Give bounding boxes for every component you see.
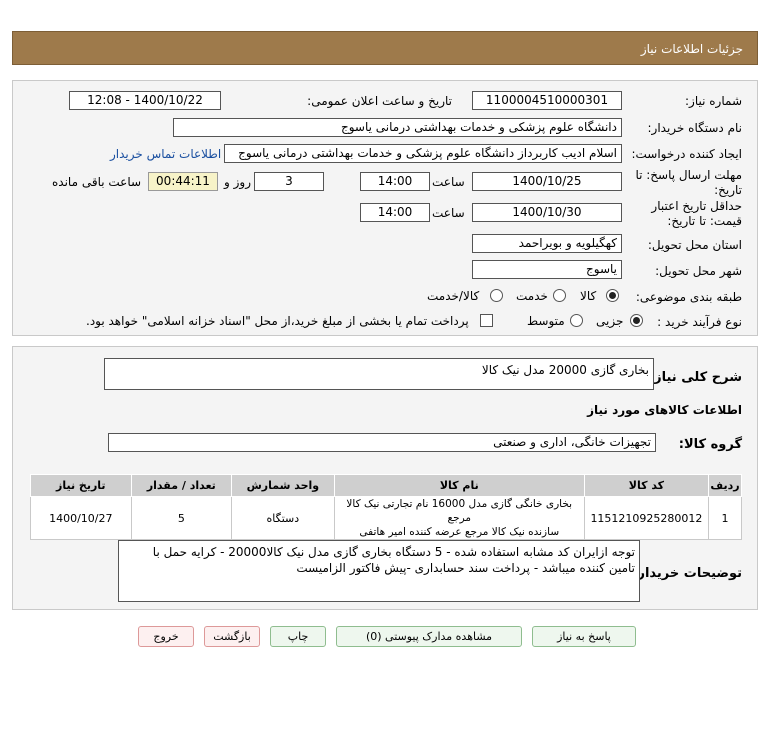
col-qty: تعداد / مقدار — [130, 474, 233, 497]
summary-title-label: شرح کلی نیاز: — [648, 370, 742, 385]
city-label: شهر محل تحویل: — [655, 264, 742, 278]
process-option-medium: متوسط — [527, 314, 565, 328]
goods-group-label: گروه کالا: — [678, 437, 742, 452]
description-field: توجه ازایران کد مشابه استفاده شده - 5 دس… — [118, 540, 640, 602]
validity-time-field: 14:00 — [360, 203, 430, 222]
deadline-time-label: ساعت — [432, 175, 465, 189]
exit-button[interactable]: خروج — [138, 626, 194, 647]
col-name: نام کالا — [333, 474, 585, 497]
city-field: یاسوج — [472, 260, 622, 279]
buyer-org-label: نام دستگاه خریدار: — [647, 121, 743, 135]
cell-date: 1400/10/27 — [30, 496, 132, 540]
goods-table: ردیف کد کالا نام کالا واحد شمارش تعداد /… — [30, 474, 743, 540]
creator-field: اسلام ادیب کاربرداز دانشگاه علوم پزشکی و… — [224, 144, 622, 163]
process-radio-medium[interactable] — [570, 314, 583, 327]
col-code: کد کالا — [583, 474, 709, 497]
page-header: جزئیات اطلاعات نیاز — [12, 31, 758, 65]
process-label: نوع فرآیند خرید : — [657, 315, 742, 329]
page-title: جزئیات اطلاعات نیاز — [640, 42, 743, 56]
days-field: 3 — [254, 172, 324, 191]
table-row: 1 1151210925280012 بخاری خانگی گازی مدل … — [30, 496, 743, 540]
description-line1: توجه ازایران کد مشابه استفاده شده - 5 دس… — [152, 545, 635, 559]
process-radio-minor[interactable] — [630, 314, 643, 327]
province-field: کهگیلویه و بویراحمد — [472, 234, 622, 253]
announce-field: 1400/10/22 - 12:08 — [69, 91, 221, 110]
province-label: استان محل تحویل: — [647, 238, 742, 252]
category-radio-goods[interactable] — [606, 289, 619, 302]
description-line2: تامین کننده میباشد - پرداخت سند حسابداری… — [296, 561, 635, 575]
contact-buyer-link[interactable]: اطلاعات تماس خریدار — [110, 147, 221, 161]
goods-group-field: تجهیزات خانگی، اداری و صنعتی — [108, 433, 656, 452]
creator-label: ایجاد کننده درخواست: — [631, 147, 742, 161]
category-option-goods: کالا — [580, 289, 597, 303]
deadline-date-field: 1400/10/25 — [472, 172, 622, 191]
col-unit: واحد شمارش — [231, 474, 335, 497]
cell-row: 1 — [707, 496, 743, 540]
validity-time-label: ساعت — [432, 206, 465, 220]
process-option-minor: جزیی — [596, 314, 624, 328]
category-radio-both[interactable] — [490, 289, 503, 302]
validity-date-field: 1400/10/30 — [472, 203, 622, 222]
buyer-org-field: دانشگاه علوم پزشکی و خدمات بهداشتی درمان… — [173, 118, 622, 137]
goods-info-heading: اطلاعات کالاهای مورد نیاز — [587, 403, 742, 417]
remaining-time-field: 00:44:11 — [148, 172, 218, 191]
print-button[interactable]: چاپ — [270, 626, 326, 647]
validity-label-2: قیمت: تا تاریخ: — [667, 214, 742, 228]
cell-unit: دستگاه — [231, 496, 335, 540]
cell-name-line2: سازنده نیک کالا مرجع عرضه کننده امیر هات… — [359, 526, 560, 538]
attachments-button[interactable]: مشاهده مدارک پیوستی (0) — [336, 626, 522, 647]
col-row: ردیف — [707, 474, 743, 497]
back-button[interactable]: بازگشت — [204, 626, 260, 647]
treasury-note: پرداخت تمام یا بخشی از مبلغ خرید،از محل … — [86, 314, 469, 328]
summary-title-field: بخاری گازی 20000 مدل نیک کالا — [104, 358, 654, 390]
remaining-label: ساعت باقی مانده — [52, 175, 142, 189]
col-date: تاریخ نیاز — [30, 474, 132, 497]
category-label: طبقه بندی موضوعی: — [635, 290, 742, 304]
validity-label-1: حداقل تاریخ اعتبار — [651, 199, 742, 213]
cell-name-line1: بخاری خانگی گازی مدل 16000 نام تجارتی نی… — [346, 498, 573, 524]
category-radio-service[interactable] — [553, 289, 566, 302]
description-label: توضیحات خریدار: — [632, 566, 742, 581]
deadline-label-1: مهلت ارسال پاسخ: تا — [635, 168, 742, 182]
days-label: روز و — [224, 175, 251, 189]
reply-button[interactable]: پاسخ به نیاز — [532, 626, 636, 647]
deadline-label-2: تاریخ: — [714, 183, 742, 197]
cell-code: 1151210925280012 — [583, 496, 709, 540]
category-option-both: کالا/خدمت — [427, 289, 480, 303]
need-number-label: شماره نیاز: — [685, 94, 742, 108]
category-option-service: خدمت — [516, 289, 548, 303]
treasury-checkbox[interactable] — [480, 314, 493, 327]
announce-label: تاریخ و ساعت اعلان عمومی: — [307, 94, 452, 108]
table-header-row: ردیف کد کالا نام کالا واحد شمارش تعداد /… — [30, 474, 743, 497]
need-number-field: 1100004510000301 — [472, 91, 622, 110]
cell-qty: 5 — [130, 496, 233, 540]
cell-name: بخاری خانگی گازی مدل 16000 نام تجارتی نی… — [333, 496, 585, 540]
deadline-time-field: 14:00 — [360, 172, 430, 191]
